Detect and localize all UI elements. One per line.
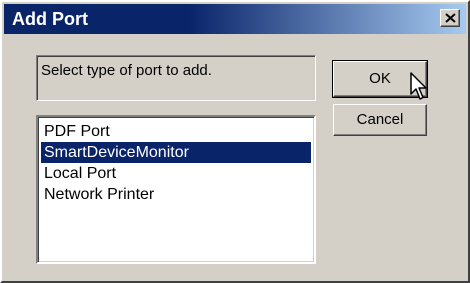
window-title: Add Port — [12, 9, 88, 29]
close-button[interactable] — [440, 9, 460, 27]
close-icon — [445, 13, 456, 23]
list-item-network-printer[interactable]: Network Printer — [41, 184, 311, 205]
description-panel: Select type of port to add. — [36, 55, 316, 101]
list-item-smartdevicemonitor[interactable]: SmartDeviceMonitor — [41, 142, 311, 163]
list-item-local-port[interactable]: Local Port — [41, 163, 311, 184]
add-port-dialog: Add Port Select type of port to add. PDF… — [0, 0, 470, 283]
title-bar[interactable]: Add Port — [4, 4, 466, 34]
cancel-button-label: Cancel — [356, 111, 404, 128]
port-type-list: PDF Port SmartDeviceMonitor Local Port N… — [41, 121, 311, 205]
mouse-pointer-icon — [410, 72, 427, 100]
port-type-listbox[interactable]: PDF Port SmartDeviceMonitor Local Port N… — [36, 115, 316, 264]
list-item-pdf-port[interactable]: PDF Port — [41, 121, 311, 142]
cancel-button[interactable]: Cancel — [333, 104, 427, 136]
description-text: Select type of port to add. — [41, 62, 212, 79]
